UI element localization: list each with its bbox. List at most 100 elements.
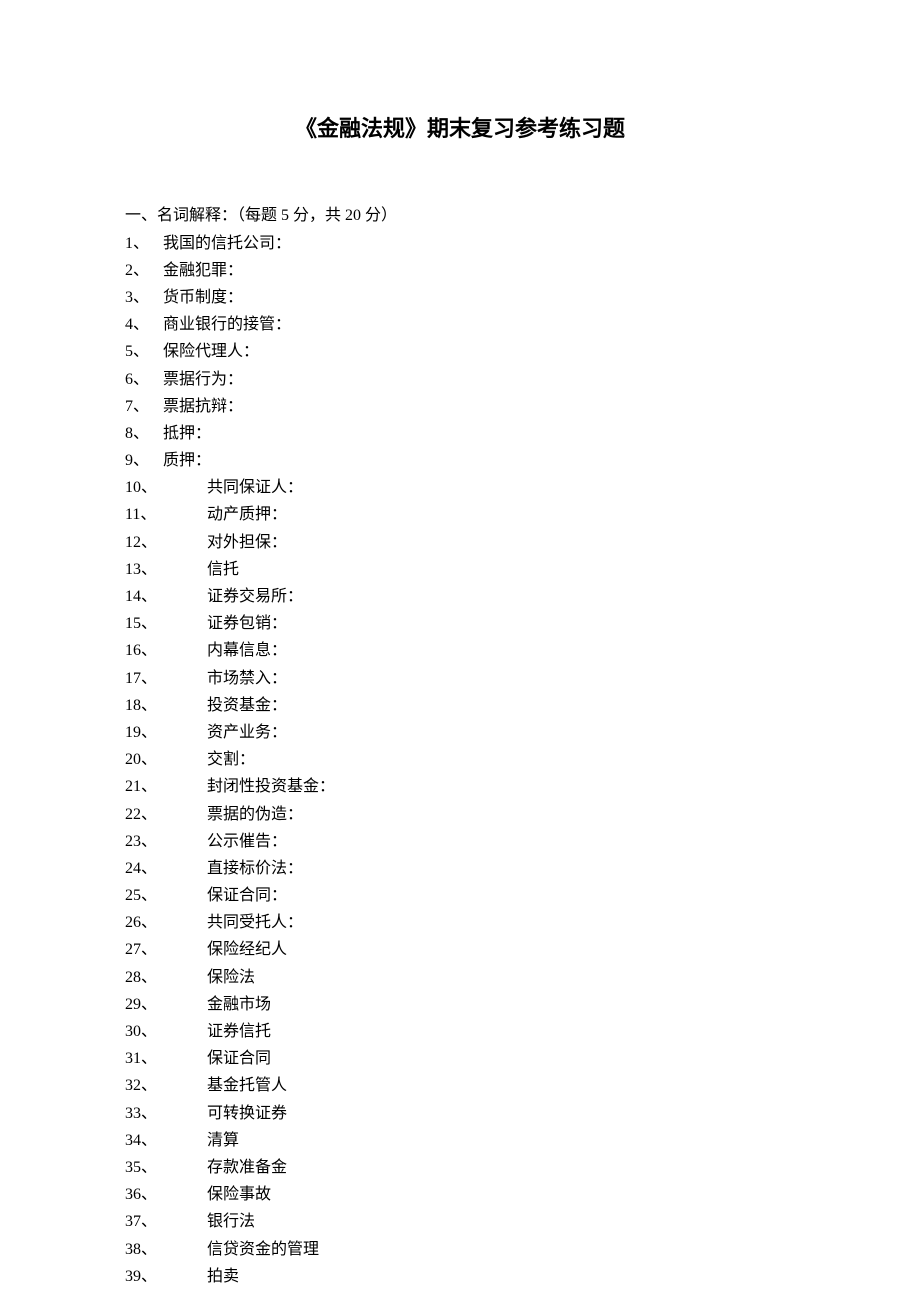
- item-number: 24、: [125, 855, 207, 882]
- item-number: 30、: [125, 1018, 207, 1045]
- item-number: 12、: [125, 529, 207, 556]
- item-number: 1、: [125, 230, 163, 257]
- item-text: 资产业务：: [207, 719, 287, 746]
- item-text: 证券交易所：: [207, 583, 303, 610]
- item-text: 质押：: [163, 447, 211, 474]
- item-number: 15、: [125, 610, 207, 637]
- item-number: 37、: [125, 1208, 207, 1235]
- item-text: 直接标价法：: [207, 855, 303, 882]
- list-item: 33、可转换证券: [125, 1100, 795, 1127]
- item-number: 8、: [125, 420, 163, 447]
- item-number: 22、: [125, 801, 207, 828]
- item-text: 拍卖: [207, 1263, 239, 1290]
- item-text: 保证合同：: [207, 882, 287, 909]
- list-item: 6、票据行为：: [125, 366, 795, 393]
- item-text: 金融犯罪：: [163, 257, 243, 284]
- item-text: 内幕信息：: [207, 637, 287, 664]
- item-text: 对外担保：: [207, 529, 287, 556]
- item-text: 货币制度：: [163, 284, 243, 311]
- list-item: 11、动产质押：: [125, 501, 795, 528]
- item-number: 26、: [125, 909, 207, 936]
- item-number: 20、: [125, 746, 207, 773]
- item-number: 34、: [125, 1127, 207, 1154]
- item-number: 36、: [125, 1181, 207, 1208]
- item-text: 共同保证人：: [207, 474, 303, 501]
- item-text: 金融市场: [207, 991, 271, 1018]
- list-item: 24、直接标价法：: [125, 855, 795, 882]
- list-item: 16、内幕信息：: [125, 637, 795, 664]
- item-text: 清算: [207, 1127, 239, 1154]
- list-item: 13、信托: [125, 556, 795, 583]
- item-number: 16、: [125, 637, 207, 664]
- item-number: 29、: [125, 991, 207, 1018]
- list-item: 7、票据抗辩：: [125, 393, 795, 420]
- item-text: 票据的伪造：: [207, 801, 303, 828]
- item-text: 保险经纪人: [207, 936, 287, 963]
- item-number: 18、: [125, 692, 207, 719]
- item-text: 商业银行的接管：: [163, 311, 291, 338]
- list-item: 28、保险法: [125, 964, 795, 991]
- item-text: 保险代理人：: [163, 338, 259, 365]
- list-item: 20、交割：: [125, 746, 795, 773]
- item-number: 19、: [125, 719, 207, 746]
- item-number: 33、: [125, 1100, 207, 1127]
- list-item: 22、票据的伪造：: [125, 801, 795, 828]
- list-item: 17、市场禁入：: [125, 665, 795, 692]
- list-item: 8、抵押：: [125, 420, 795, 447]
- item-text: 动产质押：: [207, 501, 287, 528]
- list-item: 25、保证合同：: [125, 882, 795, 909]
- item-text: 证券信托: [207, 1018, 271, 1045]
- item-text: 票据行为：: [163, 366, 243, 393]
- item-number: 27、: [125, 936, 207, 963]
- item-number: 2、: [125, 257, 163, 284]
- list-item: 23、公示催告：: [125, 828, 795, 855]
- item-text: 银行法: [207, 1208, 255, 1235]
- item-number: 35、: [125, 1154, 207, 1181]
- list-item: 3、货币制度：: [125, 284, 795, 311]
- item-number: 13、: [125, 556, 207, 583]
- list-item: 2、金融犯罪：: [125, 257, 795, 284]
- list-item: 35、存款准备金: [125, 1154, 795, 1181]
- list-item: 18、投资基金：: [125, 692, 795, 719]
- item-number: 23、: [125, 828, 207, 855]
- list-item: 31、保证合同: [125, 1045, 795, 1072]
- item-text: 存款准备金: [207, 1154, 287, 1181]
- list-item: 21、封闭性投资基金：: [125, 773, 795, 800]
- item-number: 39、: [125, 1263, 207, 1290]
- list-item: 12、对外担保：: [125, 529, 795, 556]
- list-item: 5、保险代理人：: [125, 338, 795, 365]
- list-item: 14、证券交易所：: [125, 583, 795, 610]
- list-item: 15、证券包销：: [125, 610, 795, 637]
- list-item: 39、拍卖: [125, 1263, 795, 1290]
- list-item: 26、共同受托人：: [125, 909, 795, 936]
- item-text: 交割：: [207, 746, 255, 773]
- item-number: 25、: [125, 882, 207, 909]
- item-text: 基金托管人: [207, 1072, 287, 1099]
- item-text: 可转换证券: [207, 1100, 287, 1127]
- item-number: 6、: [125, 366, 163, 393]
- items-list: 1、我国的信托公司：2、金融犯罪：3、货币制度：4、商业银行的接管：5、保险代理…: [125, 230, 795, 1290]
- item-text: 信托: [207, 556, 239, 583]
- item-text: 票据抗辩：: [163, 393, 243, 420]
- item-number: 9、: [125, 447, 163, 474]
- item-number: 11、: [125, 501, 207, 528]
- document-title: 《金融法规》期末复习参考练习题: [125, 110, 795, 147]
- item-number: 38、: [125, 1236, 207, 1263]
- item-text: 封闭性投资基金：: [207, 773, 335, 800]
- item-text: 保险法: [207, 964, 255, 991]
- item-number: 7、: [125, 393, 163, 420]
- item-text: 保证合同: [207, 1045, 271, 1072]
- item-text: 抵押：: [163, 420, 211, 447]
- item-text: 共同受托人：: [207, 909, 303, 936]
- list-item: 1、我国的信托公司：: [125, 230, 795, 257]
- list-item: 4、商业银行的接管：: [125, 311, 795, 338]
- list-item: 36、保险事故: [125, 1181, 795, 1208]
- item-number: 4、: [125, 311, 163, 338]
- item-text: 市场禁入：: [207, 665, 287, 692]
- list-item: 38、信贷资金的管理: [125, 1236, 795, 1263]
- list-item: 37、银行法: [125, 1208, 795, 1235]
- item-number: 28、: [125, 964, 207, 991]
- list-item: 32、基金托管人: [125, 1072, 795, 1099]
- list-item: 27、保险经纪人: [125, 936, 795, 963]
- item-text: 证券包销：: [207, 610, 287, 637]
